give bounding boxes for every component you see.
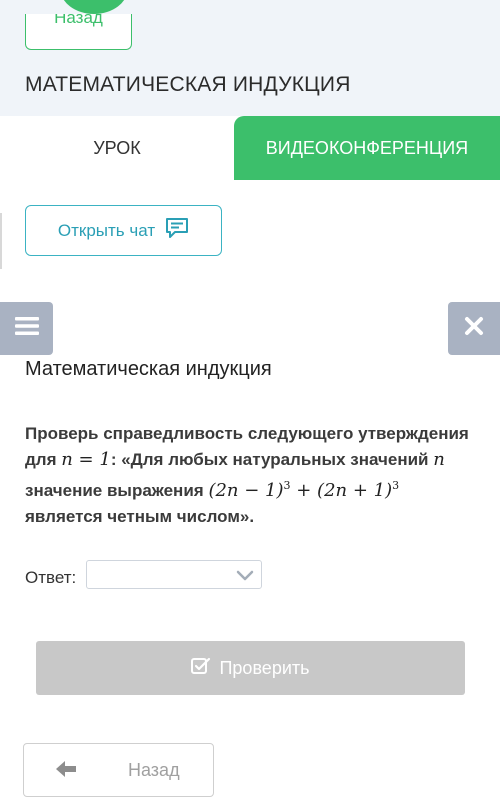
- math-expression: n: [433, 449, 445, 470]
- answer-dropdown[interactable]: [86, 560, 262, 589]
- hamburger-icon: [14, 316, 39, 341]
- close-button[interactable]: [448, 302, 500, 355]
- close-icon: [464, 316, 484, 341]
- page-title: МАТЕМАТИЧЕСКАЯ ИНДУКЦИЯ: [25, 73, 351, 96]
- math-expression: n = 1: [61, 449, 111, 470]
- back-button-top-label: Назад: [54, 14, 103, 27]
- question-part: : «Для любых натуральных значений: [110, 450, 434, 469]
- math-term: (2n − 1): [208, 480, 284, 501]
- arrow-left-icon: [56, 759, 78, 784]
- back-button[interactable]: Назад: [23, 743, 214, 797]
- answer-label: Ответ:: [25, 568, 77, 587]
- math-exponent: 3: [283, 479, 291, 492]
- math-exponent: 3: [392, 479, 400, 492]
- open-chat-label: Открыть чат: [57, 220, 156, 240]
- math-expression: (2n − 1)3 + (2n + 1)3: [208, 479, 400, 501]
- check-button-label: Проверить: [219, 657, 310, 678]
- section-title: Математическая индукция: [25, 358, 272, 380]
- back-button-label: Назад: [128, 760, 180, 780]
- open-chat-button[interactable]: Открыть чат: [25, 205, 222, 256]
- chat-icon: [165, 217, 189, 244]
- math-term: + (2n + 1): [290, 480, 393, 501]
- chevron-down-icon: [235, 565, 255, 590]
- question-part: является четным числом».: [25, 507, 255, 526]
- question-text: Проверь справедливость следующего утверж…: [25, 421, 480, 530]
- back-button-top[interactable]: Назад: [25, 14, 132, 50]
- menu-button[interactable]: [0, 302, 53, 355]
- question-part: значение выражения: [25, 481, 209, 500]
- side-divider: [0, 213, 2, 269]
- checkbox-edit-icon: [191, 657, 211, 680]
- check-button[interactable]: Проверить: [36, 641, 465, 695]
- tab-lesson[interactable]: УРОК: [0, 116, 234, 180]
- tab-videoconference[interactable]: ВИДЕОКОНФЕРЕНЦИЯ: [234, 116, 500, 180]
